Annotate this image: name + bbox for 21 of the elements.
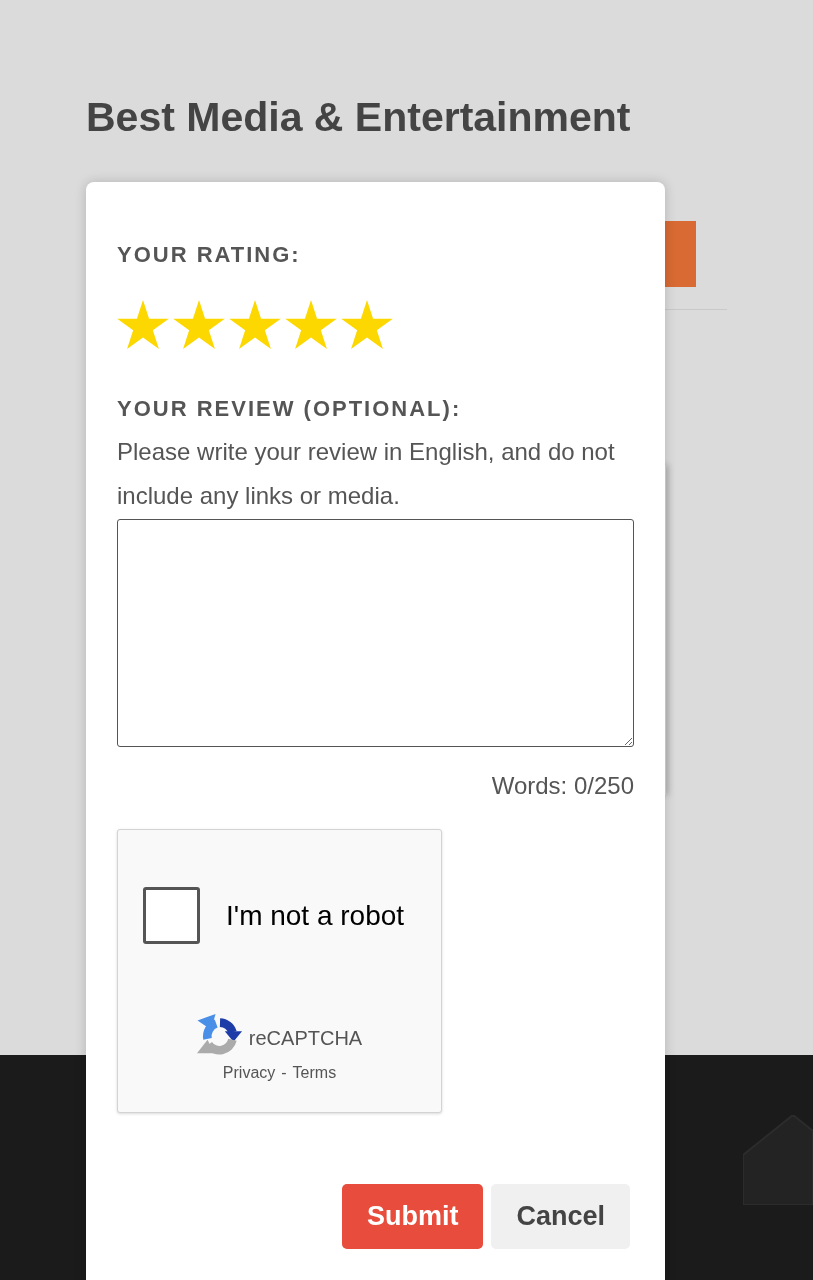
review-label: YOUR REVIEW (OPTIONAL): [117,395,462,423]
word-count: Words: 0/250 [491,771,634,801]
captcha-brand: reCAPTCHA [248,1026,363,1050]
cancel-button[interactable]: Cancel [491,1184,630,1249]
review-field[interactable] [117,519,634,747]
partial-button[interactable] [665,221,696,287]
star-icon[interactable] [285,300,337,349]
star-icon[interactable] [117,300,169,349]
star-icon[interactable] [341,300,393,349]
submit-button[interactable]: Submit [341,1184,484,1249]
star-rating[interactable] [117,300,393,349]
page-heading: Best Media & Entertainment [86,93,631,142]
star-icon[interactable] [173,300,225,349]
link-separator: - [281,1063,287,1083]
captcha-label: I'm not a robot [226,898,405,933]
privacy-link[interactable]: Privacy [222,1063,276,1083]
review-instructions: Please write your review in English, and do not include any links or media. [117,437,616,511]
rating-label: YOUR RATING: [117,241,301,269]
terms-link[interactable]: Terms [292,1063,337,1083]
captcha-checkbox[interactable] [143,887,200,944]
star-icon[interactable] [229,300,281,349]
